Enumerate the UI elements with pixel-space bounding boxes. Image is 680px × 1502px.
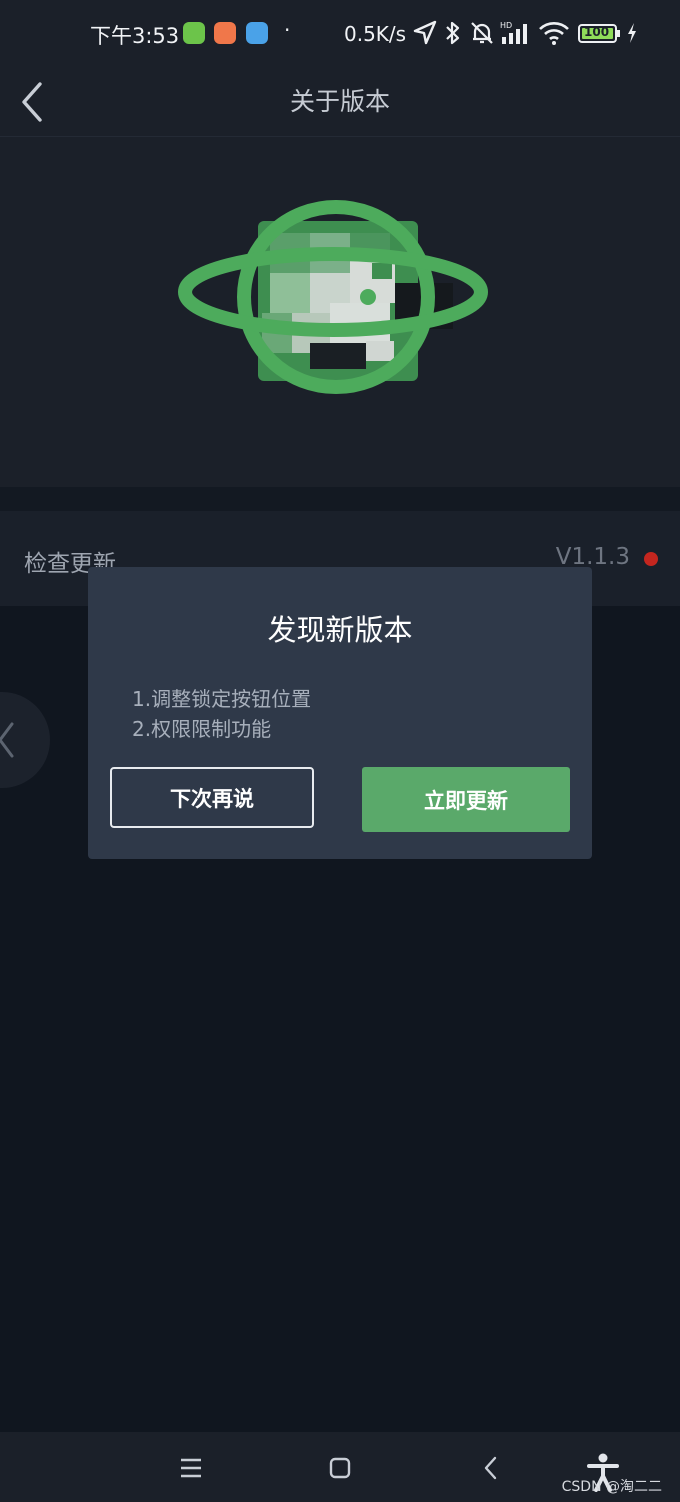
- menu-icon[interactable]: [178, 1450, 204, 1484]
- battery-level: 100: [584, 25, 610, 39]
- page-title: 关于版本: [289, 87, 390, 116]
- update-dialog: 发现新版本 1.调整锁定按钮位置 2.权限限制功能 下次再说 立即更新: [88, 567, 592, 859]
- app-icon-green: [183, 22, 205, 44]
- location-icon: [413, 20, 437, 45]
- app-logo: [178, 200, 488, 394]
- release-note-1: 1.调整锁定按钮位置: [132, 687, 312, 711]
- dialog-title: 发现新版本: [267, 613, 413, 647]
- status-time: 下午3:53: [90, 24, 180, 48]
- home-icon[interactable]: [327, 1450, 353, 1484]
- release-note-2: 2.权限限制功能: [132, 717, 272, 741]
- status-bar: 下午3:53 · 0.5K/s HD 100: [0, 0, 680, 68]
- update-badge-dot: [644, 552, 658, 566]
- later-button[interactable]: 下次再说: [110, 767, 314, 828]
- svg-text:HD: HD: [500, 21, 512, 30]
- chevron-left-icon: [0, 722, 14, 758]
- wifi-icon: [539, 22, 569, 45]
- back-icon[interactable]: [478, 1450, 504, 1484]
- status-dot: ·: [284, 18, 291, 42]
- watermark: CSDN @淘二二: [561, 1479, 662, 1495]
- app-icon-orange: [214, 22, 236, 44]
- floating-ball[interactable]: [0, 692, 50, 788]
- hero-section: [0, 137, 680, 487]
- mute-icon: [471, 22, 493, 44]
- bluetooth-icon: [446, 21, 460, 45]
- system-nav-bar: CSDN @淘二二: [0, 1432, 680, 1502]
- section-divider: [0, 487, 680, 511]
- update-now-button[interactable]: 立即更新: [362, 767, 570, 832]
- charging-icon: [628, 23, 636, 43]
- app-icon-weather: [246, 22, 268, 44]
- screen: 下午3:53 · 0.5K/s HD 100 关于版本 检查更新 V1.1.3 …: [0, 0, 680, 1502]
- signal-icon: HD: [500, 21, 527, 44]
- net-speed: 0.5K/s: [344, 22, 407, 46]
- app-nav-bar: 关于版本: [0, 68, 680, 137]
